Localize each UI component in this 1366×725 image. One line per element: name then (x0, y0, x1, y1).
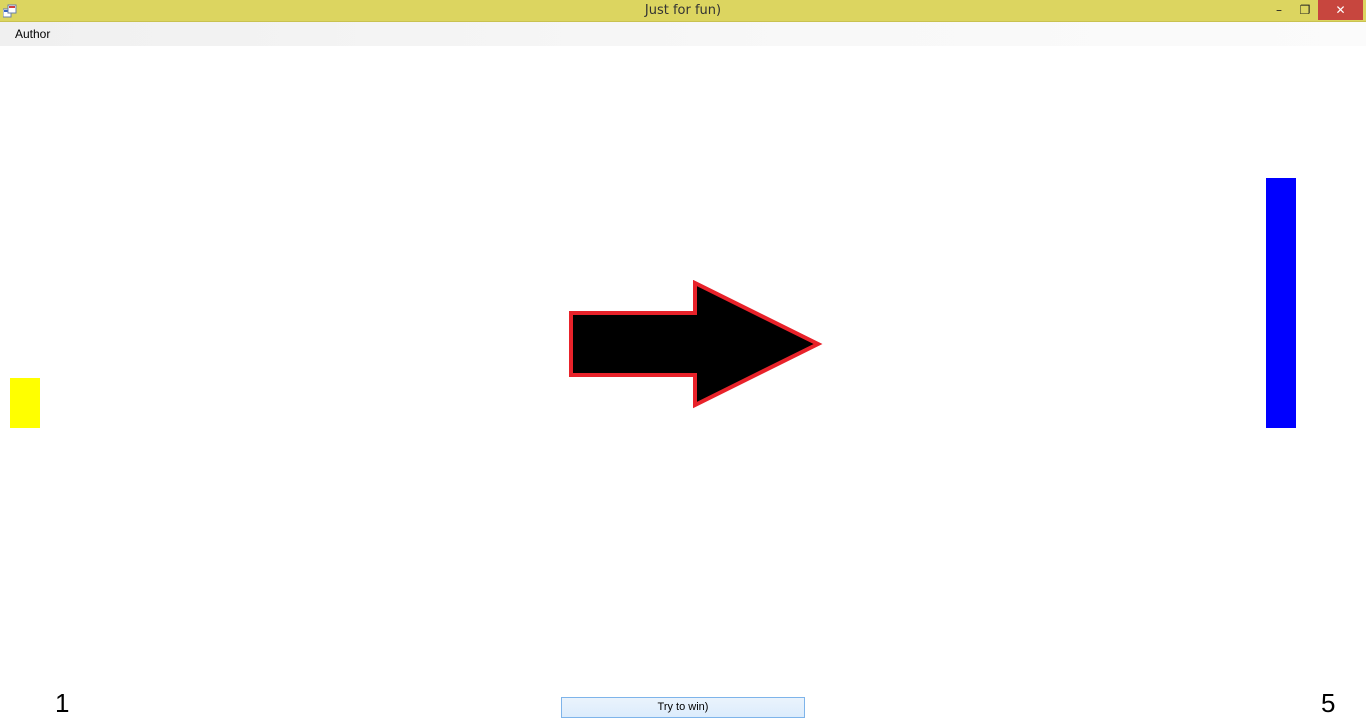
right-paddle[interactable] (1266, 178, 1296, 428)
left-paddle[interactable] (10, 378, 40, 428)
app-window: Just for fun) – ❐ ✕ Author 1 5 Try to wi… (0, 0, 1366, 725)
try-to-win-button[interactable]: Try to win) (561, 697, 805, 718)
game-field[interactable]: 1 5 Try to win) (0, 46, 1366, 725)
minimize-button[interactable]: – (1266, 0, 1292, 20)
restore-button[interactable]: ❐ (1292, 0, 1318, 20)
right-score: 5 (1321, 688, 1336, 718)
menu-bar: Author (0, 22, 1366, 46)
left-score: 1 (55, 688, 70, 718)
arrow-right-icon (569, 280, 823, 409)
close-button[interactable]: ✕ (1318, 0, 1363, 20)
title-bar[interactable]: Just for fun) – ❐ ✕ (0, 0, 1366, 22)
menu-item-author[interactable]: Author (8, 22, 57, 46)
window-title: Just for fun) (644, 3, 722, 18)
